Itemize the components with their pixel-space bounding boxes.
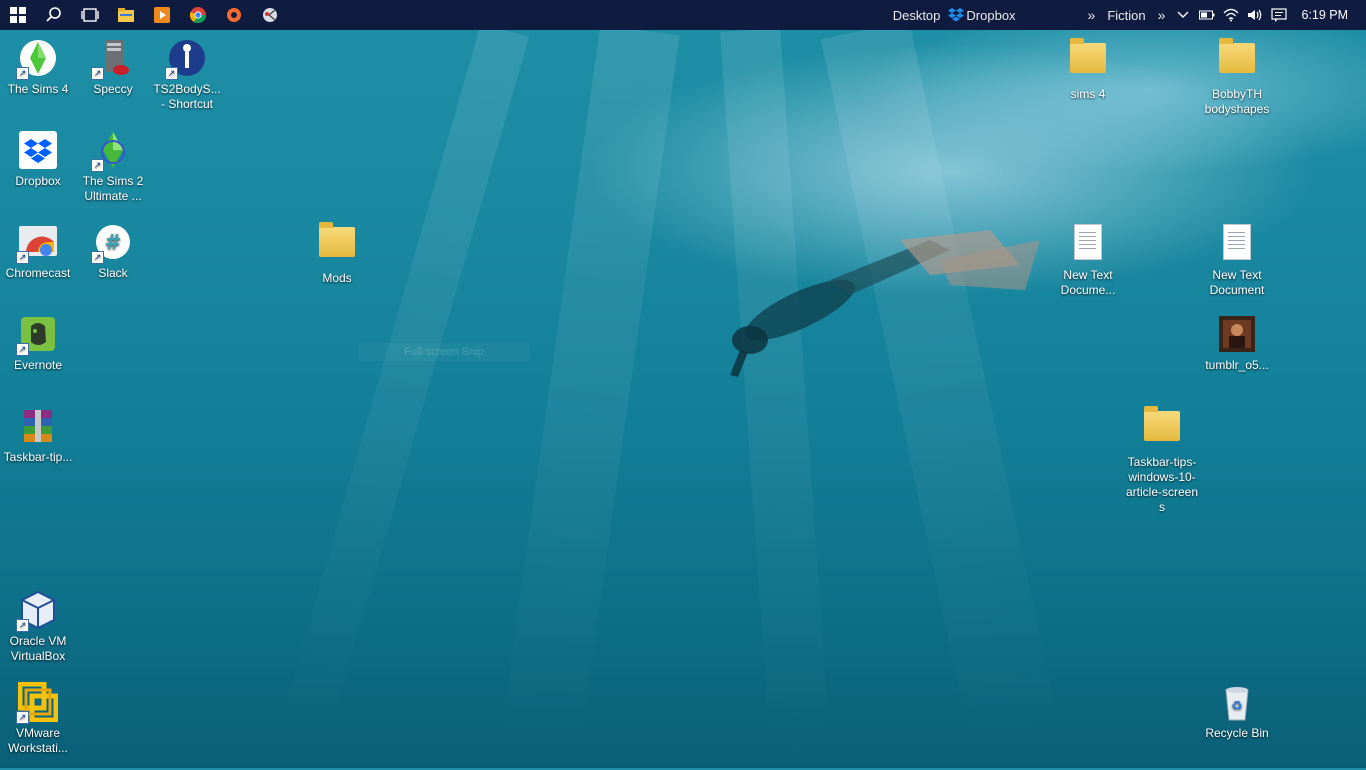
sims-plumbob-icon: ↗	[16, 38, 58, 80]
svg-text:♻: ♻	[1231, 699, 1243, 714]
desktop-icon-slack[interactable]: # ↗ Slack	[76, 222, 150, 281]
desktop-icon-dropbox[interactable]: Dropbox	[1, 130, 75, 189]
clock-time[interactable]: 6:19 PM	[1291, 8, 1366, 22]
icon-label: New Text Docume...	[1060, 268, 1116, 297]
folder-icon	[1068, 38, 1108, 83]
taskbar-file-explorer[interactable]	[108, 0, 144, 30]
action-center-icon[interactable]	[1267, 0, 1291, 30]
taskbar-media-player[interactable]	[144, 0, 180, 30]
icon-label: New Text Document	[1209, 268, 1265, 297]
desktop-icon-recycle-bin[interactable]: ♻ Recycle Bin	[1200, 682, 1274, 741]
text-document-icon	[1217, 224, 1257, 264]
icon-label: tumblr_o5...	[1205, 358, 1269, 372]
icon-label: BobbyTH bodyshapes	[1204, 87, 1270, 116]
origin-icon	[227, 8, 241, 22]
desktop-toolbar-label[interactable]: Desktop	[887, 8, 947, 23]
taskbar-chrome[interactable]	[180, 0, 216, 30]
chrome-icon	[189, 7, 207, 24]
desktop-icon-new-text-document-1[interactable]: New Text Docume...	[1051, 222, 1125, 298]
icon-label: Chromecast	[5, 266, 71, 280]
wallpaper-swimmer	[730, 230, 1040, 377]
desktop-icon-mods-folder[interactable]: Mods	[300, 222, 374, 286]
svg-text:#: #	[105, 230, 122, 254]
vmware-icon: ↗	[16, 681, 59, 724]
icon-label: Taskbar-tip...	[3, 450, 73, 464]
virtualbox-icon: ↗	[16, 590, 58, 632]
toolbar-overflow-chevron[interactable]: »	[1082, 7, 1102, 23]
task-view-button[interactable]	[72, 0, 108, 30]
start-button[interactable]	[0, 0, 36, 30]
desktop-icon-tumblr-image[interactable]: tumblr_o5...	[1200, 314, 1274, 373]
sims-2-plumbob-icon: ↗	[91, 130, 133, 172]
volume-icon[interactable]	[1243, 0, 1267, 30]
desktop-icon-bobbyth-bodyshapes-folder[interactable]: BobbyTH bodyshapes	[1200, 38, 1274, 117]
icon-label: Speccy	[93, 82, 133, 96]
slack-icon: # ↗	[91, 222, 133, 264]
icon-label: Recycle Bin	[1205, 726, 1269, 740]
taskbar-snipping-tool[interactable]	[252, 0, 288, 30]
fiction-toolbar-label[interactable]: Fiction	[1101, 8, 1151, 23]
media-player-icon	[154, 7, 170, 23]
chromecast-icon: ↗	[16, 222, 58, 264]
windows-logo-icon	[10, 7, 26, 23]
recycle-bin-icon: ♻	[1217, 682, 1257, 722]
icon-label: Mods	[322, 271, 352, 285]
taskbar: Desktop Dropbox » Fiction » 6:19 PM	[0, 0, 1366, 30]
desktop-icon-ts2bodyshop-shortcut[interactable]: ↗ TS2BodyS... - Shortcut	[150, 38, 224, 112]
desktop-icon-oracle-vm-virtualbox[interactable]: ↗ Oracle VM VirtualBox	[1, 590, 75, 664]
desktop-icon-the-sims-4[interactable]: ↗ The Sims 4	[1, 38, 75, 97]
dropbox-icon	[18, 130, 58, 170]
toolbar-overflow-chevron-2[interactable]: »	[1152, 7, 1172, 23]
snipping-tool-icon	[263, 8, 277, 22]
icon-label: Taskbar-tips-windows-10-article-screens	[1125, 455, 1199, 514]
icon-label: Evernote	[13, 358, 63, 372]
desktop-icon-vmware-workstation[interactable]: ↗ VMware Workstati...	[1, 681, 75, 756]
icon-label: The Sims 2 Ultimate ...	[82, 174, 144, 203]
evernote-icon: ↗	[16, 314, 58, 356]
icon-label: TS2BodyS... - Shortcut	[153, 82, 221, 111]
desktop-icon-the-sims-2-ultimate[interactable]: ↗ The Sims 2 Ultimate ...	[76, 130, 150, 204]
icon-label: VMware Workstati...	[8, 726, 68, 755]
icon-label: The Sims 4	[7, 82, 69, 96]
chevron-up-icon[interactable]	[1171, 0, 1195, 30]
desktop-icon-sims-4-folder[interactable]: sims 4	[1051, 38, 1125, 102]
file-explorer-icon	[118, 8, 134, 22]
folder-icon	[1217, 38, 1257, 83]
icon-label: sims 4	[1070, 87, 1106, 101]
desktop-icon-new-text-document-2[interactable]: New Text Document	[1200, 222, 1274, 298]
dropbox-toolbar-label[interactable]: Dropbox	[966, 8, 1021, 23]
bodyshop-icon: ↗	[165, 38, 207, 80]
desktop-icon-taskbar-tip-archive[interactable]: Taskbar-tip...	[1, 406, 75, 465]
desktop-icon-taskbar-tips-folder[interactable]: Taskbar-tips-windows-10-article-screens	[1125, 406, 1199, 515]
folder-icon	[1142, 406, 1182, 451]
taskbar-origin[interactable]	[216, 0, 252, 30]
icon-label: Slack	[98, 266, 128, 280]
icon-label: Dropbox	[15, 174, 61, 188]
image-thumbnail-icon	[1217, 314, 1257, 354]
dropbox-icon[interactable]	[946, 0, 966, 30]
icon-label: Oracle VM VirtualBox	[9, 634, 67, 663]
snip-overlay-label: Full-screen Snip	[358, 343, 530, 361]
task-view-icon	[81, 8, 99, 22]
winrar-archive-icon	[18, 406, 58, 446]
text-document-icon	[1068, 224, 1108, 264]
battery-icon[interactable]	[1195, 0, 1219, 30]
desktop-icon-evernote[interactable]: ↗ Evernote	[1, 314, 75, 373]
search-icon	[46, 7, 61, 22]
speccy-icon: ↗	[91, 38, 133, 80]
desktop-icon-chromecast[interactable]: ↗ Chromecast	[1, 222, 75, 281]
folder-icon	[317, 222, 357, 267]
desktop-icon-speccy[interactable]: ↗ Speccy	[76, 38, 150, 97]
search-button[interactable]	[36, 0, 72, 30]
wifi-icon[interactable]	[1219, 0, 1243, 30]
